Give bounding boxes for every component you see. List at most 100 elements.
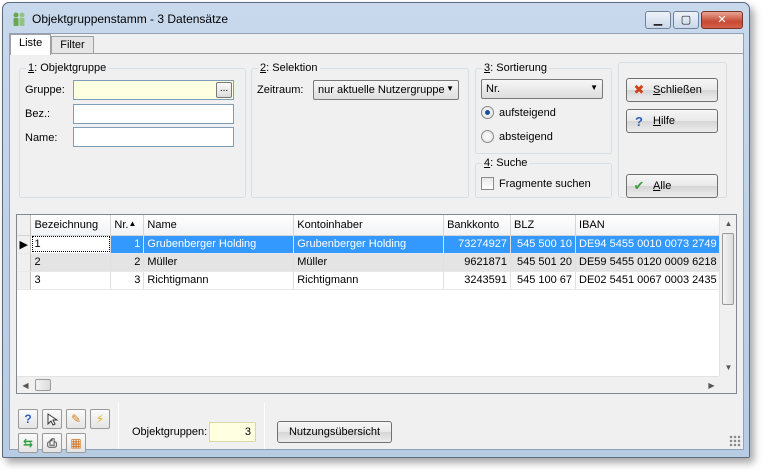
col-header-bankkonto[interactable]: Bankkonto — [443, 215, 512, 236]
toolbar-separator — [118, 403, 119, 449]
group-people-icon — [13, 12, 25, 26]
schliessen-label: Schließen — [653, 84, 702, 96]
data-grid[interactable]: Bezeichnung Nr.▲ Name Kontoinhaber Bankk… — [16, 214, 737, 394]
cell-blz[interactable]: 545 500 10 — [510, 235, 577, 254]
fragmente-checkbox[interactable]: Fragmente suchen — [481, 177, 591, 190]
scroll-right-icon[interactable]: ▶ — [703, 377, 720, 393]
nutzungsuebersicht-button[interactable]: Nutzungsübersicht — [277, 421, 392, 443]
help-question-icon: ? — [635, 113, 643, 129]
layout-icon[interactable]: ▦ — [66, 433, 86, 453]
scroll-left-icon[interactable]: ◀ — [17, 377, 34, 393]
vertical-scrollbar[interactable]: ▲ ▼ — [719, 215, 736, 376]
cell-name[interactable]: Grubenberger Holding — [143, 235, 295, 254]
grid-table: Bezeichnung Nr.▲ Name Kontoinhaber Bankk… — [17, 215, 736, 290]
cell-blz[interactable]: 545 100 67 — [510, 271, 577, 290]
radio-aufsteigend[interactable]: aufsteigend — [481, 106, 556, 119]
objektgruppen-count: 3 — [209, 422, 256, 442]
lightning-icon[interactable]: ⚡ — [90, 409, 110, 429]
cell-name[interactable]: Müller — [143, 253, 295, 272]
sortierung-legend: 3: Sortierung — [484, 62, 547, 74]
app-window: Objektgruppenstamm - 3 Datensätze ▁ ▢ ✕ … — [2, 2, 750, 458]
cell-bankkonto[interactable]: 73274927 — [443, 235, 512, 254]
cell-iban[interactable]: DE94 5455 0010 0073 2749 27 — [575, 235, 736, 254]
col-header-name[interactable]: Name — [143, 215, 295, 236]
table-row[interactable]: ▶ 1 1 Grubenberger Holding Grubenberger … — [17, 235, 736, 254]
col-header-iban[interactable]: IBAN — [575, 215, 736, 236]
table-row[interactable]: 3 3 Richtigmann Richtigmann 3243591 545 … — [17, 271, 736, 290]
fragmente-label: Fragmente suchen — [499, 177, 591, 190]
cell-iban[interactable]: DE59 5455 0120 0009 6218 71 — [575, 253, 736, 272]
chevron-down-icon: ▼ — [590, 83, 598, 92]
gruppe-browse-button[interactable]: ... — [216, 82, 232, 98]
scroll-down-icon[interactable]: ▼ — [720, 359, 736, 376]
refresh-icon[interactable]: ⇆ — [18, 433, 38, 453]
cell-name[interactable]: Richtigmann — [143, 271, 295, 290]
tab-page-liste: 1: Objektgruppe Gruppe: ... Bez.: Name: … — [10, 53, 743, 453]
col-header-bezeichnung[interactable]: Bezeichnung — [30, 215, 112, 236]
pointer-tool-icon[interactable] — [42, 409, 62, 429]
cell-kontoinhaber[interactable]: Müller — [293, 253, 445, 272]
hilfe-label: Hilfe — [653, 115, 676, 127]
objektgruppe-legend: 1: Objektgruppe — [28, 62, 107, 74]
edit-pencil-icon[interactable]: ✎ — [66, 409, 86, 429]
alle-label: Alle — [653, 180, 672, 192]
cell-bezeichnung[interactable]: 1 — [30, 235, 112, 254]
radio-aufsteigend-label: aufsteigend — [499, 106, 556, 119]
name-input[interactable] — [73, 127, 234, 147]
cell-kontoinhaber[interactable]: Richtigmann — [293, 271, 445, 290]
print-icon[interactable]: ⎙ — [42, 433, 62, 453]
sort-ascending-icon: ▲ — [128, 218, 137, 228]
name-label: Name: — [25, 132, 58, 144]
title-bar[interactable]: Objektgruppenstamm - 3 Datensätze ▁ ▢ ✕ — [3, 3, 749, 33]
zeitraum-select[interactable]: nur aktuelle Nutzergruppe ▼ — [313, 80, 459, 100]
tab-liste[interactable]: Liste — [10, 34, 52, 55]
bez-input[interactable] — [73, 104, 234, 124]
cell-blz[interactable]: 545 501 20 — [510, 253, 577, 272]
suche-legend: 4: Suche — [484, 157, 528, 169]
scroll-up-icon[interactable]: ▲ — [720, 215, 736, 232]
sortierung-value: Nr. — [486, 83, 501, 95]
cell-iban[interactable]: DE02 5451 0067 0003 2435 91 — [575, 271, 736, 290]
tab-strip: Liste Filter — [10, 34, 94, 55]
grid-header-row: Bezeichnung Nr.▲ Name Kontoinhaber Bankk… — [17, 215, 736, 236]
double-check-icon: ✔ — [633, 178, 645, 193]
cell-nr[interactable]: 3 — [110, 271, 145, 290]
radio-absteigend[interactable]: absteigend — [481, 130, 553, 143]
cell-bankkonto[interactable]: 9621871 — [443, 253, 512, 272]
cell-bezeichnung[interactable]: 2 — [30, 253, 112, 272]
cell-bezeichnung[interactable]: 3 — [30, 271, 112, 290]
minimize-icon: ▁ — [653, 13, 663, 26]
maximize-icon: ▢ — [680, 13, 692, 26]
radio-dot — [481, 130, 494, 143]
cell-nr[interactable]: 2 — [110, 253, 145, 272]
resize-grip-icon[interactable] — [729, 435, 741, 447]
row-header[interactable] — [17, 253, 32, 272]
minimize-button[interactable]: ▁ — [645, 11, 671, 29]
horizontal-scrollbar[interactable]: ◀ ▶ — [17, 376, 720, 393]
col-header-kontoinhaber[interactable]: Kontoinhaber — [293, 215, 445, 236]
row-header[interactable] — [17, 271, 32, 290]
col-header-nr[interactable]: Nr.▲ — [110, 215, 145, 236]
sortierung-select[interactable]: Nr. ▼ — [481, 79, 603, 99]
cell-bankkonto[interactable]: 3243591 — [443, 271, 512, 290]
close-x-icon: ✖ — [633, 82, 645, 97]
vertical-scroll-thumb[interactable] — [722, 233, 734, 305]
horizontal-scroll-thumb[interactable] — [35, 379, 51, 391]
cell-nr[interactable]: 1 — [110, 235, 145, 254]
alle-button[interactable]: ✔ Alle — [626, 174, 718, 198]
row-header-corner — [17, 215, 32, 236]
toolbar-separator — [264, 403, 265, 449]
schliessen-button[interactable]: ✖ Schließen — [626, 78, 718, 102]
hilfe-button[interactable]: ? Hilfe — [626, 109, 718, 133]
table-row[interactable]: 2 2 Müller Müller 9621871 545 501 20 DE5… — [17, 253, 736, 272]
current-row-indicator-icon: ▶ — [17, 235, 32, 254]
radio-absteigend-label: absteigend — [499, 130, 553, 143]
bottom-toolbar: ? ✎ ⚡ ⇆ ⎙ ▦ Objektgruppen: 3 Nutzungsübe… — [10, 395, 743, 453]
objektgruppen-label: Objektgruppen: — [132, 426, 208, 438]
gruppe-input[interactable] — [73, 80, 234, 100]
maximize-button[interactable]: ▢ — [673, 11, 699, 29]
close-window-button[interactable]: ✕ — [701, 11, 743, 29]
col-header-blz[interactable]: BLZ — [510, 215, 577, 236]
help-tool-icon[interactable]: ? — [18, 409, 38, 429]
cell-kontoinhaber[interactable]: Grubenberger Holding — [293, 235, 445, 254]
